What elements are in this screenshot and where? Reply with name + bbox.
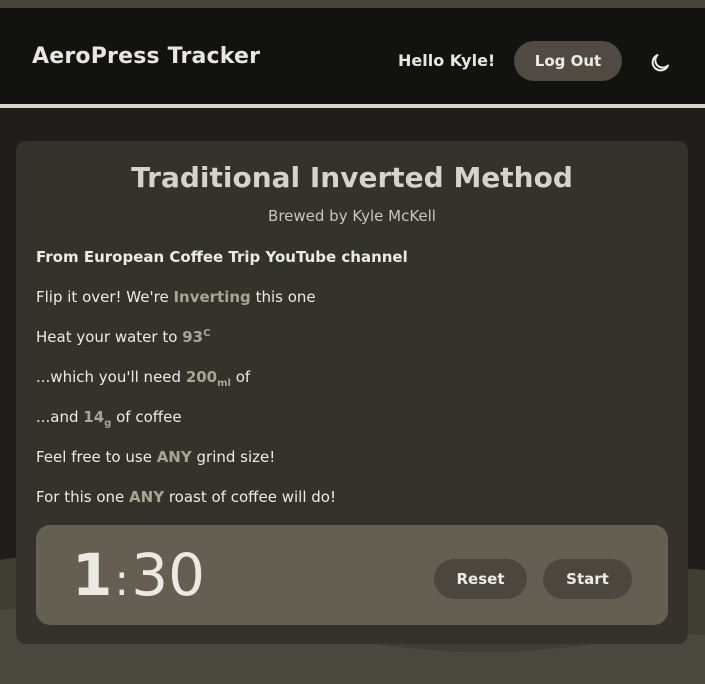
navbar-divider <box>0 104 705 108</box>
reset-button[interactable]: Reset <box>434 559 527 599</box>
invert-value: Inverting <box>173 288 251 306</box>
recipe-card: Traditional Inverted Method Brewed by Ky… <box>16 141 688 644</box>
user-greeting: Hello Kyle! <box>398 51 496 70</box>
recipe-title: Traditional Inverted Method <box>131 161 573 194</box>
water-temp-step: Heat your water to 93C <box>36 328 211 346</box>
timer-minutes: 1 <box>72 541 113 609</box>
water-amount-value: 200 <box>185 368 218 386</box>
recipe-source: From European Coffee Trip YouTube channe… <box>36 248 408 266</box>
brew-timer: 1:30 Reset Start <box>36 525 668 625</box>
logout-button[interactable]: Log Out <box>514 41 622 81</box>
coffee-amount-value: 14 <box>83 408 105 426</box>
timer-seconds: 30 <box>131 541 205 609</box>
water-amount-step: ...which you'll need 200ml of <box>36 368 251 389</box>
navbar: AeroPress Tracker Hello Kyle! Log Out <box>0 8 705 104</box>
moon-icon[interactable] <box>648 51 672 75</box>
timer-separator: : <box>114 555 130 606</box>
roast-value: ANY <box>129 488 165 506</box>
invert-step: Flip it over! We're Inverting this one <box>36 288 316 306</box>
top-strip <box>0 0 705 8</box>
timer-display: 1:30 <box>72 543 205 613</box>
water-amount-unit: ml <box>217 378 231 389</box>
water-temp-value: 93 <box>182 328 204 346</box>
brand-title[interactable]: AeroPress Tracker <box>32 44 260 69</box>
coffee-amount-step: ...and 14g of coffee <box>36 408 182 429</box>
grind-step: Feel free to use ANY grind size! <box>36 448 276 466</box>
water-temp-unit: C <box>203 328 211 339</box>
grind-value: ANY <box>156 448 192 466</box>
roast-step: For this one ANY roast of coffee will do… <box>36 488 336 506</box>
recipe-byline: Brewed by Kyle McKell <box>268 207 436 225</box>
start-button[interactable]: Start <box>543 559 632 599</box>
